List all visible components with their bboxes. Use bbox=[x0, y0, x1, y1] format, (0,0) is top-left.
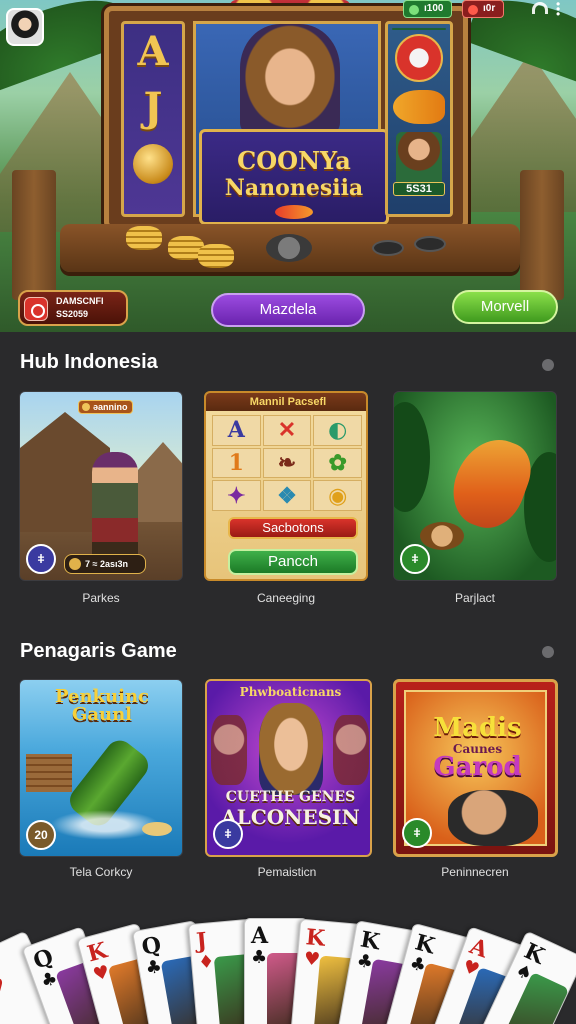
game-title-line2: Nanonesiia bbox=[224, 175, 364, 201]
reel-symbol-j: J bbox=[143, 84, 163, 131]
hut-illustration bbox=[26, 754, 72, 792]
reel-right: 5S31 bbox=[385, 21, 453, 217]
game-card-village[interactable]: ǝannino 7 ≈ 2ası3n ǂ bbox=[19, 391, 183, 581]
more-menu-icon[interactable]: • • • bbox=[556, 0, 560, 20]
card-rank: J bbox=[195, 927, 208, 955]
slot-cell: ❖ bbox=[262, 480, 312, 511]
card-label: Parkes bbox=[82, 591, 120, 605]
slot-cell: 1 bbox=[212, 447, 261, 479]
game-card-madis[interactable]: Madis Caunes Garod ǂ bbox=[393, 679, 558, 857]
log-illustration bbox=[420, 522, 464, 550]
game-card-slot[interactable]: Mannil Pacsefl A ✕ ◐ 1 ❧ ✿ ✦ ❖ ◉ Sacboto… bbox=[204, 391, 368, 581]
stat-green-value: ı100 bbox=[424, 3, 444, 14]
hero-banner: A J COONYa Nanonesiia 5S31 bbox=[0, 0, 576, 332]
card-green-button[interactable]: Pancch bbox=[228, 549, 358, 575]
spin-knob[interactable] bbox=[266, 234, 312, 262]
card-badge-icon: ǂ bbox=[26, 544, 56, 574]
player-portrait-small bbox=[396, 132, 442, 182]
chip-icon bbox=[372, 240, 404, 256]
stat-green-counter[interactable]: ı100 bbox=[403, 0, 453, 18]
balance-panel[interactable]: DAMSCNFI SS2059 bbox=[18, 290, 128, 326]
goldfish-icon bbox=[393, 90, 445, 124]
card-red-button[interactable]: Sacbotons bbox=[228, 517, 358, 539]
gem-icon bbox=[409, 5, 419, 15]
card-badge: 20 bbox=[26, 820, 56, 850]
reel-symbol-a: A bbox=[137, 28, 169, 75]
coin-stack-icon bbox=[198, 244, 234, 268]
section-title-hub: Hub Indonesia bbox=[20, 351, 158, 373]
slot-grid: A ✕ ◐ 1 ❧ ✿ ✦ ❖ ◉ bbox=[212, 415, 362, 511]
card-label: Tela Corkcy bbox=[69, 865, 133, 879]
game-card-water[interactable]: Penkuinc Gaunl 20 bbox=[19, 679, 183, 857]
card-header: Mannil Pacsefl bbox=[206, 393, 366, 411]
card-title: Penkuinc Gaunl bbox=[54, 686, 150, 725]
card-label: Peninnecren bbox=[441, 865, 509, 879]
stat-red-counter[interactable]: ı0r bbox=[462, 0, 505, 18]
character-illustration bbox=[211, 715, 247, 785]
balance-label: DAMSCNFI bbox=[56, 296, 104, 306]
heart-icon bbox=[468, 5, 478, 15]
card-banner-line1: CUETHE GENES bbox=[225, 789, 356, 805]
card-label: Pemaisticn bbox=[257, 865, 317, 879]
fish-icon bbox=[275, 205, 313, 219]
hand-illustration bbox=[448, 790, 538, 846]
right-action-button[interactable]: Morvell bbox=[452, 290, 558, 324]
card-title-line1: Madis bbox=[433, 713, 522, 743]
reel-left: A J bbox=[121, 21, 185, 217]
coin-icon bbox=[142, 822, 172, 836]
section-more-dot[interactable] bbox=[542, 359, 554, 371]
coin-stack-icon bbox=[126, 226, 162, 250]
card-label: Parjlact bbox=[454, 591, 495, 605]
card-tag: ǝannino bbox=[78, 400, 133, 414]
wooden-post-left bbox=[12, 170, 56, 300]
playing-cards-fan: A ♥ Q ♣ K ♥ Q ♣ J ♦ A ♣ K ♥ K ♣ K ♣ A ♥ K ♠ bbox=[0, 900, 576, 1024]
section-more-dot[interactable] bbox=[542, 646, 554, 658]
player-mini-value: 5S31 bbox=[393, 182, 445, 196]
user-avatar[interactable] bbox=[6, 8, 44, 46]
game-card-hero[interactable]: Phwboaticnans CUETHE GENES ALCONESIN ǂ bbox=[205, 679, 372, 857]
card-info-pill: 7 ≈ 2ası3n bbox=[64, 554, 146, 574]
stat-red-value: ı0r bbox=[483, 3, 496, 14]
game-title-plate: COONYa Nanonesiia bbox=[199, 129, 389, 225]
coin-icon bbox=[133, 144, 173, 184]
card-rank: A bbox=[251, 923, 269, 949]
leaf-illustration bbox=[394, 402, 430, 512]
slot-cell: ◉ bbox=[313, 480, 362, 511]
house-illustration bbox=[138, 442, 182, 522]
wallet-icon bbox=[24, 297, 48, 321]
game-title-line1: COONYa bbox=[237, 146, 351, 175]
card-title-line3: Garod bbox=[433, 752, 522, 782]
section-title-game: Penagaris Game bbox=[20, 640, 177, 662]
card-badge-icon: ǂ bbox=[402, 818, 432, 848]
slot-cell: ✕ bbox=[262, 415, 312, 446]
wooden-post-right bbox=[520, 170, 564, 300]
slot-cell: ◐ bbox=[313, 415, 362, 446]
hero-portrait bbox=[259, 703, 323, 795]
card-badge-icon: ǂ bbox=[213, 819, 243, 849]
fish-plate-icon bbox=[395, 34, 443, 82]
card-badge-icon: ǂ bbox=[400, 544, 430, 574]
card-header: Phwboaticnans bbox=[239, 685, 342, 699]
slot-cell: ✦ bbox=[212, 480, 261, 511]
wifi-icon bbox=[532, 2, 548, 14]
slot-cell: ✿ bbox=[313, 447, 362, 479]
slot-cell: A bbox=[212, 415, 261, 446]
game-card-fish[interactable]: ǂ bbox=[393, 391, 557, 581]
slot-machine-board: A J COONYa Nanonesiia 5S31 bbox=[104, 6, 468, 230]
hero-character-portrait bbox=[240, 24, 340, 134]
character-illustration bbox=[333, 715, 369, 785]
center-action-button[interactable]: Mazdela bbox=[211, 293, 365, 327]
reel-right-tag bbox=[392, 28, 446, 30]
slot-cell: ❧ bbox=[262, 447, 312, 479]
chip-icon bbox=[414, 236, 446, 252]
character-illustration bbox=[92, 452, 138, 562]
card-label: Caneeging bbox=[256, 591, 316, 605]
balance-value: SS2059 bbox=[56, 309, 89, 319]
